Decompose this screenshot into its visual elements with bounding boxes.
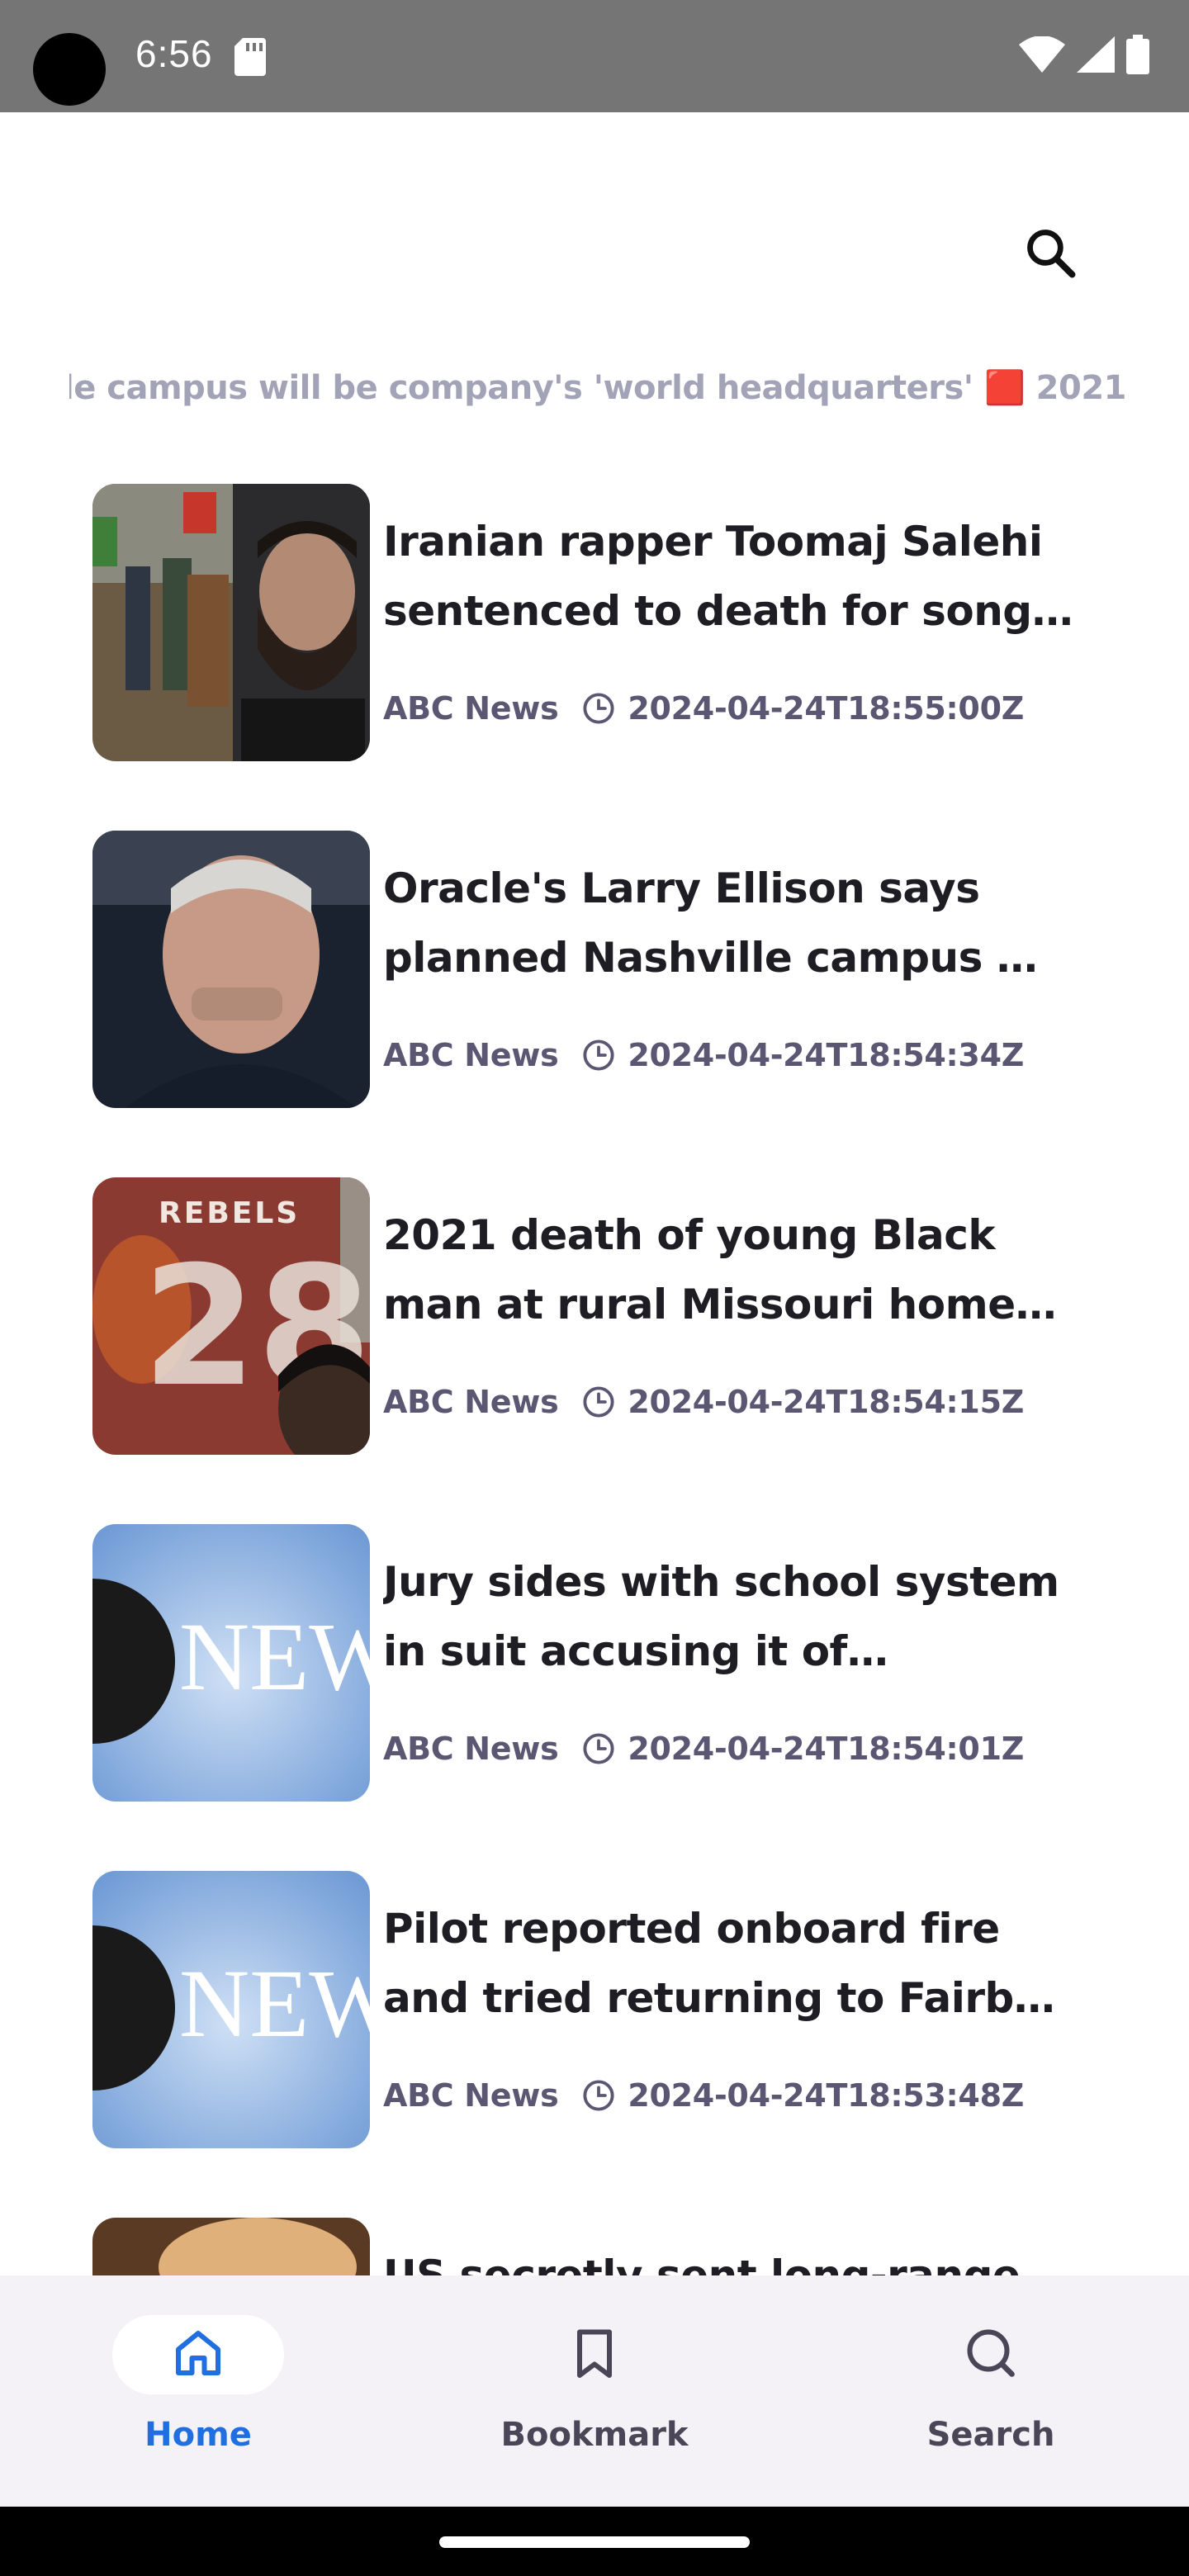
bottom-navigation: Home Bookmark Search xyxy=(0,2275,1189,2507)
home-icon xyxy=(168,2323,228,2386)
cellular-signal-icon xyxy=(1077,36,1115,76)
news-thumbnail xyxy=(92,2218,370,2275)
news-source: ABC News xyxy=(383,1384,559,1420)
news-timestamp: 2024-04-24T18:54:34Z xyxy=(628,1037,1024,1073)
news-card[interactable]: Iranian rapper Toomaj Salehi sentenced t… xyxy=(92,484,1108,761)
news-timestamp: 2024-04-24T18:55:00Z xyxy=(628,690,1024,727)
news-title[interactable]: US secretly sent long-range xyxy=(383,2241,1093,2275)
clock-icon xyxy=(581,1731,616,1766)
news-card[interactable]: NEWS Jury sides with school system in su… xyxy=(92,1524,1108,1802)
news-card[interactable]: Oracle's Larry Ellison says planned Nash… xyxy=(92,831,1108,1108)
news-thumbnail: NEWS xyxy=(92,1871,370,2148)
news-card[interactable]: REBELS 28 2021 death of young Black man … xyxy=(92,1177,1108,1455)
news-meta: ABC News 2024-04-24T18:54:34Z xyxy=(383,1037,1024,1073)
news-card[interactable]: US secretly sent long-range xyxy=(92,2218,1108,2275)
nav-item-home[interactable]: Home xyxy=(0,2275,396,2507)
jersey-team-text: REBELS xyxy=(159,1196,300,1230)
nav-pill xyxy=(905,2315,1077,2394)
news-meta: ABC News 2024-04-24T18:54:15Z xyxy=(383,1384,1024,1420)
news-source: ABC News xyxy=(383,1731,559,1767)
header-search-button[interactable] xyxy=(1014,218,1088,292)
search-icon xyxy=(961,2323,1021,2386)
news-thumbnail xyxy=(92,484,370,761)
news-meta: ABC News 2024-04-24T18:55:00Z xyxy=(383,690,1024,727)
nav-label-bookmark: Bookmark xyxy=(500,2416,689,2454)
status-icons xyxy=(1019,35,1149,78)
news-thumbnail: REBELS 28 xyxy=(92,1177,370,1455)
news-title[interactable]: Jury sides with school system in suit ac… xyxy=(383,1547,1093,1686)
news-source: ABC News xyxy=(383,1037,559,1073)
news-title[interactable]: 2021 death of young Black man at rural M… xyxy=(383,1200,1093,1339)
news-meta: ABC News 2024-04-24T18:53:48Z xyxy=(383,2077,1024,2114)
bookmark-icon xyxy=(565,2323,624,2386)
news-title[interactable]: Pilot reported onboard fire and tried re… xyxy=(383,1894,1093,2033)
news-timestamp: 2024-04-24T18:53:48Z xyxy=(628,2077,1024,2114)
status-time: 6:56 xyxy=(135,32,213,75)
news-list[interactable]: Iranian rapper Toomaj Salehi sentenced t… xyxy=(0,484,1189,2275)
system-gesture-bar xyxy=(0,2507,1189,2576)
nav-item-bookmark[interactable]: Bookmark xyxy=(396,2275,793,2507)
nav-active-indicator xyxy=(112,2315,284,2394)
clock-icon xyxy=(581,2078,616,2113)
sd-card-icon xyxy=(234,38,266,79)
ticker-text: 'ille campus will be company's 'world he… xyxy=(69,369,1126,407)
nav-pill xyxy=(509,2315,680,2394)
news-source: ABC News xyxy=(383,2077,559,2114)
nav-label-search: Search xyxy=(926,2416,1055,2454)
camera-cutout xyxy=(33,33,106,106)
app-header xyxy=(0,112,1189,376)
nav-item-search[interactable]: Search xyxy=(793,2275,1189,2507)
clock-icon xyxy=(581,691,616,726)
search-icon xyxy=(1023,225,1079,285)
gesture-handle[interactable] xyxy=(439,2536,750,2548)
news-thumbnail xyxy=(92,831,370,1108)
news-meta: ABC News 2024-04-24T18:54:01Z xyxy=(383,1731,1024,1767)
news-timestamp: 2024-04-24T18:54:01Z xyxy=(628,1731,1024,1767)
abc-logo-word: NEWS xyxy=(179,1603,370,1711)
news-thumbnail: NEWS xyxy=(92,1524,370,1802)
nav-label-home: Home xyxy=(144,2416,252,2454)
news-card[interactable]: NEWS Pilot reported onboard fire and tri… xyxy=(92,1871,1108,2148)
abc-logo-word: NEWS xyxy=(179,1949,370,2057)
headline-ticker[interactable]: 'ille campus will be company's 'world he… xyxy=(69,363,1126,421)
news-timestamp: 2024-04-24T18:54:15Z xyxy=(628,1384,1024,1420)
news-source: ABC News xyxy=(383,690,559,727)
status-bar: 6:56 xyxy=(0,0,1189,112)
news-title[interactable]: Iranian rapper Toomaj Salehi sentenced t… xyxy=(383,507,1093,646)
clock-icon xyxy=(581,1385,616,1419)
wifi-icon xyxy=(1019,36,1065,76)
news-title[interactable]: Oracle's Larry Ellison says planned Nash… xyxy=(383,854,1093,992)
battery-icon xyxy=(1126,35,1149,78)
clock-icon xyxy=(581,1038,616,1073)
